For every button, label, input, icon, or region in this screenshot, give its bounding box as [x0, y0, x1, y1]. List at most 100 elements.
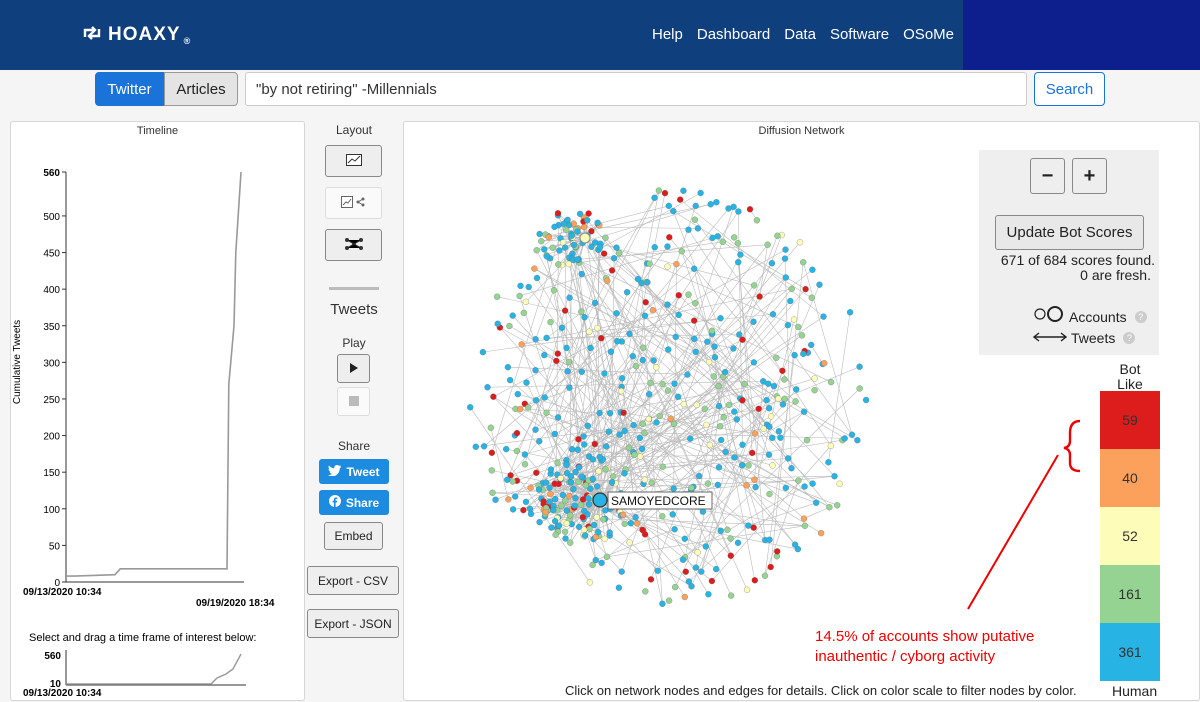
network-node[interactable] [749, 450, 755, 456]
help-icon[interactable]: ? [1123, 332, 1135, 344]
network-node[interactable] [647, 261, 653, 267]
network-node[interactable] [547, 485, 553, 491]
network-node[interactable] [679, 248, 685, 254]
network-node[interactable] [653, 364, 659, 370]
network-edge[interactable] [739, 236, 777, 335]
network-node[interactable] [735, 540, 741, 546]
network-node[interactable] [544, 335, 550, 341]
network-node[interactable] [791, 317, 797, 323]
network-node[interactable] [668, 416, 674, 422]
network-node[interactable] [604, 554, 610, 560]
network-node[interactable] [655, 568, 661, 574]
network-node[interactable] [547, 499, 553, 505]
network-node[interactable] [488, 425, 494, 431]
network-node[interactable] [581, 224, 587, 230]
nav-data[interactable]: Data [784, 26, 816, 43]
network-node[interactable] [536, 438, 542, 444]
network-node[interactable] [580, 496, 586, 502]
layout-split-button[interactable] [325, 187, 382, 219]
network-node[interactable] [490, 394, 496, 400]
network-node[interactable] [722, 369, 728, 375]
network-node[interactable] [676, 312, 682, 318]
network-node[interactable] [485, 384, 491, 390]
network-node[interactable] [671, 486, 677, 492]
network-node[interactable] [768, 413, 774, 419]
network-node[interactable] [523, 299, 529, 305]
network-node[interactable] [522, 452, 528, 458]
network-node[interactable] [826, 504, 832, 510]
network-node[interactable] [732, 455, 738, 461]
network-node[interactable] [571, 242, 577, 248]
nav-software[interactable]: Software [830, 26, 889, 43]
network-node[interactable] [713, 566, 719, 572]
network-node[interactable] [565, 368, 571, 374]
network-node[interactable] [467, 404, 473, 410]
network-node[interactable] [800, 259, 806, 265]
network-node[interactable] [735, 240, 741, 246]
network-node[interactable] [607, 410, 613, 416]
tweet-share-button[interactable]: Tweet [319, 459, 389, 484]
network-node[interactable] [709, 328, 715, 334]
network-node[interactable] [804, 437, 810, 443]
network-node[interactable] [564, 462, 570, 468]
network-node[interactable] [779, 368, 785, 374]
network-node[interactable] [652, 244, 658, 250]
tab-articles[interactable]: Articles [164, 72, 238, 106]
network-node[interactable] [682, 594, 688, 600]
network-node[interactable] [666, 598, 672, 604]
network-node[interactable] [555, 210, 561, 216]
network-node[interactable] [665, 244, 671, 250]
network-node[interactable] [751, 477, 757, 483]
network-node[interactable] [588, 244, 594, 250]
network-node[interactable] [802, 523, 808, 529]
network-node[interactable] [506, 323, 512, 329]
network-node[interactable] [556, 248, 562, 254]
network-node[interactable] [579, 271, 585, 277]
network-node[interactable] [728, 536, 734, 542]
timeline-chart[interactable]: Cumulative Tweets 0501001502002503003504… [11, 122, 306, 702]
network-node[interactable] [643, 299, 649, 305]
network-node[interactable] [792, 542, 798, 548]
network-node[interactable] [707, 442, 713, 448]
network-node[interactable] [821, 360, 827, 366]
network-node[interactable] [716, 464, 722, 470]
network-node[interactable] [695, 225, 701, 231]
network-node[interactable] [698, 569, 704, 575]
network-node[interactable] [579, 474, 585, 480]
network-node[interactable] [649, 480, 655, 486]
network-node[interactable] [578, 502, 584, 508]
export-json-button[interactable]: Export - JSON [307, 609, 399, 638]
network-node[interactable] [783, 275, 789, 281]
network-node[interactable] [766, 424, 772, 430]
network-node[interactable] [602, 536, 608, 542]
network-node[interactable] [739, 337, 745, 343]
network-edge[interactable] [760, 245, 768, 297]
network-node[interactable] [726, 206, 732, 212]
network-node[interactable] [692, 217, 698, 223]
network-node[interactable] [552, 481, 558, 487]
network-node[interactable] [863, 397, 869, 403]
network-node[interactable] [671, 421, 677, 427]
network-node[interactable] [770, 462, 776, 468]
network-node[interactable] [754, 217, 760, 223]
network-node[interactable] [640, 357, 646, 363]
network-node[interactable] [703, 422, 709, 428]
network-node[interactable] [718, 528, 724, 534]
network-node[interactable] [537, 519, 543, 525]
network-node[interactable] [504, 477, 510, 483]
network-node[interactable] [731, 409, 737, 415]
network-node[interactable] [783, 247, 789, 253]
network-node[interactable] [610, 473, 616, 479]
network-node[interactable] [560, 492, 566, 498]
network-node[interactable] [514, 430, 520, 436]
network-node[interactable] [519, 341, 525, 347]
network-node[interactable] [626, 445, 632, 451]
network-node[interactable] [656, 188, 662, 194]
network-node[interactable] [533, 427, 539, 433]
network-node[interactable] [568, 480, 574, 486]
network-node[interactable] [533, 367, 539, 373]
network-node[interactable] [660, 464, 666, 470]
network-node[interactable] [621, 410, 627, 416]
network-node[interactable] [639, 446, 645, 452]
network-node[interactable] [774, 548, 780, 554]
